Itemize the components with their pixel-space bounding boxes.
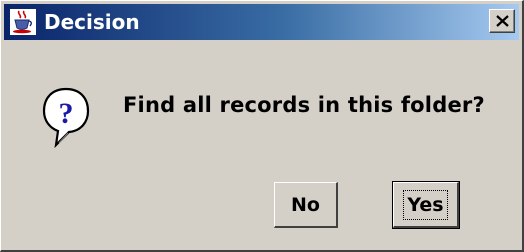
close-icon — [496, 15, 509, 27]
close-button[interactable] — [489, 9, 515, 33]
java-cup-icon[interactable] — [10, 9, 36, 35]
window-title: Decision — [44, 10, 140, 34]
title-bar[interactable]: Decision — [4, 4, 519, 40]
decision-dialog: Decision ? Find all records in this fold… — [0, 0, 524, 252]
yes-button-label: Yes — [403, 189, 448, 220]
svg-text:?: ? — [59, 97, 74, 130]
yes-button[interactable]: Yes — [392, 181, 460, 229]
no-button[interactable]: No — [274, 182, 338, 228]
question-icon: ? — [41, 87, 91, 149]
no-button-label: No — [291, 193, 320, 216]
dialog-message: Find all records in this folder? — [123, 93, 485, 117]
